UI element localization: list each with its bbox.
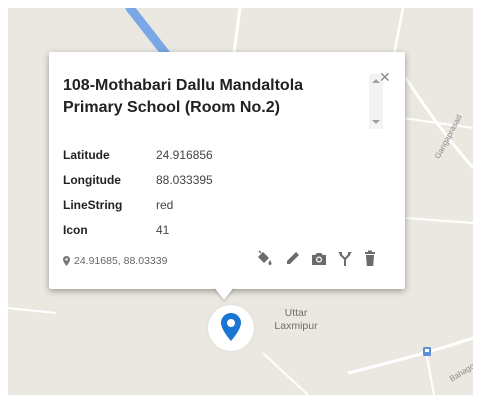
popup-title: 108-Mothabari Dallu Mandaltola Primary S… [63,77,304,116]
map-marker[interactable] [208,305,254,351]
info-popup: 108-Mothabari Dallu Mandaltola Primary S… [49,52,405,289]
popup-pointer [213,286,235,300]
close-icon[interactable]: ✕ [379,70,391,84]
paint-bucket-icon[interactable] [254,248,274,270]
place-label-uttar-laxmipur: Uttar Laxmipur [274,307,318,332]
pencil-icon[interactable] [283,248,303,270]
attribute-value: red [156,198,174,212]
attribute-value: 24.916856 [156,148,213,162]
attribute-name: Latitude [63,148,110,162]
attribute-value: 41 [156,223,170,237]
camera-icon[interactable] [309,248,329,270]
fork-directions-icon[interactable] [335,248,355,270]
attribute-name: Icon [63,223,88,237]
attribute-name: Longitude [63,173,121,187]
attribute-value: 88.033395 [156,173,213,187]
scroll-down-arrow-icon[interactable] [372,120,380,124]
location-pin-icon [63,256,70,267]
coordinates-text: 24.91685, 88.03339 [74,255,168,267]
coordinates-link[interactable]: 24.91685, 88.03339 [63,253,167,269]
attribute-name: LineString [63,198,123,212]
trash-icon[interactable] [360,248,380,270]
location-marker-icon [221,313,241,341]
